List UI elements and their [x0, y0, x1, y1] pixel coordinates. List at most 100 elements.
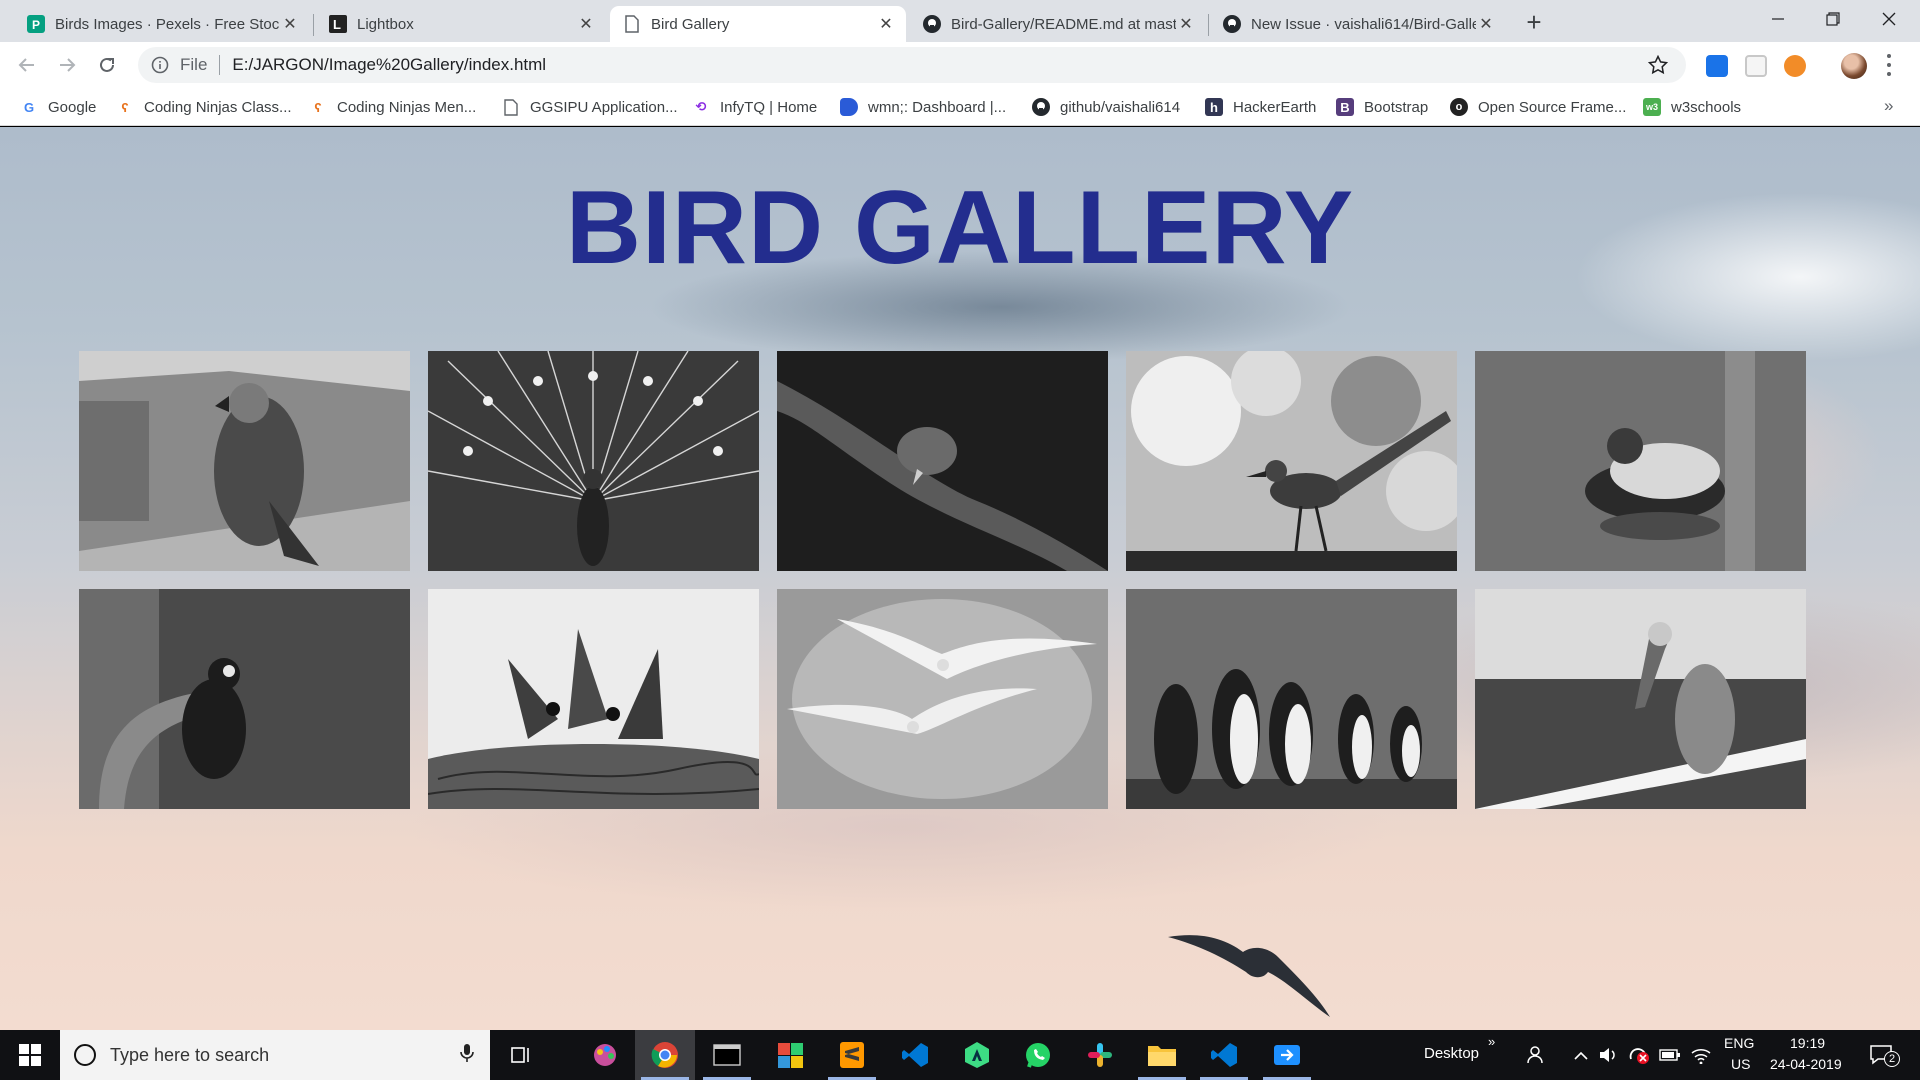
clock-time[interactable]: 19:19: [1790, 1035, 1825, 1051]
gallery-image-roadrunner[interactable]: [1126, 351, 1457, 571]
action-center-button[interactable]: 2: [1868, 1045, 1900, 1067]
github-icon: [1222, 15, 1241, 34]
close-icon[interactable]: ✕: [876, 14, 896, 34]
close-window-button[interactable]: [1862, 0, 1916, 38]
dashboard-icon: [840, 98, 858, 116]
menu-kebab-icon[interactable]: [1886, 54, 1892, 76]
gallery-image-nestlings[interactable]: [428, 589, 759, 809]
bookmark-star-icon[interactable]: [1647, 54, 1669, 80]
restore-icon: [1826, 12, 1840, 26]
bookmark-bootstrap[interactable]: B Bootstrap: [1336, 96, 1428, 118]
bookmark-coding-ninjas-class[interactable]: ʕ Coding Ninjas Class...: [116, 96, 291, 118]
folder-icon: [1148, 1046, 1176, 1066]
bookmark-google[interactable]: G Google: [20, 96, 96, 118]
taskbar-app-paint[interactable]: [575, 1030, 635, 1080]
bookmark-infytq[interactable]: ⟲ InfyTQ | Home: [692, 96, 818, 118]
windows-icon: [19, 1044, 41, 1066]
gallery-image-dark-bird[interactable]: [79, 589, 410, 809]
tab-bird-gallery[interactable]: Bird Gallery ✕: [610, 6, 906, 42]
coding-ninjas-icon: ʕ: [121, 99, 129, 115]
chevron-double-right-icon[interactable]: »: [1488, 1034, 1495, 1049]
gallery-image-peacock[interactable]: [428, 351, 759, 571]
bird-gallery-grid: [79, 351, 1807, 809]
bookmark-ggsipu[interactable]: GGSIPU Application...: [502, 96, 678, 118]
bookmark-hackerearth[interactable]: h HackerEarth: [1205, 96, 1316, 118]
fox-extension-icon[interactable]: [1784, 55, 1806, 77]
android-studio-icon: [965, 1042, 989, 1068]
task-view-icon: [511, 1047, 529, 1063]
profile-avatar[interactable]: [1841, 53, 1867, 79]
minimize-icon: [1772, 18, 1784, 20]
task-view-button[interactable]: [490, 1030, 550, 1080]
taskbar-app-sublime[interactable]: [822, 1030, 882, 1080]
gallery-image-penguins[interactable]: [1126, 589, 1457, 809]
scheme-label: File: [180, 55, 208, 74]
browser-toolbar: File E:/JARGON/Image%20Gallery/index.htm…: [0, 42, 1920, 88]
taskbar-app-vscode-2[interactable]: [1194, 1030, 1254, 1080]
tab-readme[interactable]: Bird-Gallery/README.md at mast ✕: [910, 6, 1206, 42]
chevron-right-icon[interactable]: »: [1884, 96, 1893, 116]
tab-label: New Issue · vaishali614/Bird-Galle: [1251, 15, 1476, 33]
reload-button[interactable]: [92, 50, 122, 80]
vscode-icon: [902, 1043, 928, 1067]
desktop-toolbar-label[interactable]: Desktop: [1424, 1045, 1479, 1062]
taskbar-app-slack[interactable]: [1070, 1030, 1130, 1080]
bookmark-label: GGSIPU Application...: [530, 98, 678, 116]
pexels-icon: P: [26, 15, 45, 34]
tab-pexels[interactable]: P Birds Images · Pexels · Free Stock ✕: [14, 6, 310, 42]
tab-strip: P Birds Images · Pexels · Free Stock ✕ L…: [0, 0, 1920, 42]
taskbar-app-vscode[interactable]: [885, 1030, 945, 1080]
url-text: E:/JARGON/Image%20Gallery/index.html: [232, 55, 547, 74]
gallery-image-mandarin-duck[interactable]: [1475, 351, 1806, 571]
bookmark-dashboard[interactable]: wmn;: Dashboard |...: [840, 96, 1006, 118]
taskbar-app-office[interactable]: [760, 1030, 820, 1080]
whatsapp-icon: [1026, 1043, 1050, 1068]
info-icon[interactable]: [150, 55, 170, 75]
gallery-image-seagulls[interactable]: [777, 589, 1108, 809]
page-viewport: BIRD GALLERY: [0, 127, 1920, 1030]
bookmark-w3schools[interactable]: w3 w3schools: [1643, 96, 1741, 118]
close-icon[interactable]: ✕: [576, 14, 596, 34]
taskbar-app-whatsapp[interactable]: [1008, 1030, 1068, 1080]
language-line-2[interactable]: US: [1731, 1056, 1750, 1072]
bookmark-coding-ninjas-mentor[interactable]: ʕ Coding Ninjas Men...: [309, 96, 476, 118]
clock-date[interactable]: 24-04-2019: [1770, 1056, 1842, 1072]
chevron-up-icon[interactable]: [1570, 1045, 1592, 1065]
hackerearth-icon: h: [1205, 98, 1223, 116]
tab-divider: [1208, 14, 1209, 36]
taskbar-app-file-explorer[interactable]: [1132, 1030, 1192, 1080]
battery-icon[interactable]: [1659, 1045, 1681, 1065]
new-tab-button[interactable]: +: [1520, 7, 1548, 37]
taskbar-app-remote[interactable]: [1257, 1030, 1317, 1080]
taskbar-app-terminal[interactable]: [697, 1030, 757, 1080]
tab-new-issue[interactable]: New Issue · vaishali614/Bird-Galle ✕: [1210, 6, 1506, 42]
gallery-image-macaw[interactable]: [79, 351, 410, 571]
wifi-icon[interactable]: [1690, 1045, 1712, 1065]
people-icon[interactable]: [1526, 1045, 1548, 1065]
speaker-icon[interactable]: [1598, 1045, 1620, 1065]
close-icon[interactable]: ✕: [1476, 14, 1496, 34]
back-button[interactable]: [12, 50, 42, 80]
extension-icon[interactable]: [1745, 55, 1767, 77]
bookmark-label: wmn;: Dashboard |...: [868, 98, 1007, 116]
language-line-1[interactable]: ENG: [1724, 1035, 1754, 1051]
close-icon[interactable]: ✕: [280, 14, 300, 34]
antivirus-alert-icon[interactable]: [1628, 1045, 1650, 1065]
bookmark-open-source[interactable]: o Open Source Frame...: [1450, 96, 1626, 118]
taskbar-app-android-studio[interactable]: [947, 1030, 1007, 1080]
close-icon[interactable]: ✕: [1176, 14, 1196, 34]
bookmark-github[interactable]: github/vaishali614: [1032, 96, 1180, 118]
address-bar[interactable]: File E:/JARGON/Image%20Gallery/index.htm…: [138, 47, 1686, 83]
taskbar-app-chrome[interactable]: [635, 1030, 695, 1080]
tab-label: Bird Gallery: [651, 15, 730, 33]
forward-button[interactable]: [52, 50, 82, 80]
gallery-image-perched-bird[interactable]: [777, 351, 1108, 571]
gallery-image-pelican[interactable]: [1475, 589, 1806, 809]
tab-lightbox[interactable]: L Lightbox ✕: [316, 6, 606, 42]
microphone-icon[interactable]: [460, 1043, 474, 1068]
start-button[interactable]: [0, 1030, 60, 1080]
restore-button[interactable]: [1806, 0, 1860, 38]
minimize-button[interactable]: [1751, 0, 1805, 38]
taskbar-search-box[interactable]: Type here to search: [60, 1030, 490, 1080]
translate-extension-icon[interactable]: [1706, 55, 1728, 77]
